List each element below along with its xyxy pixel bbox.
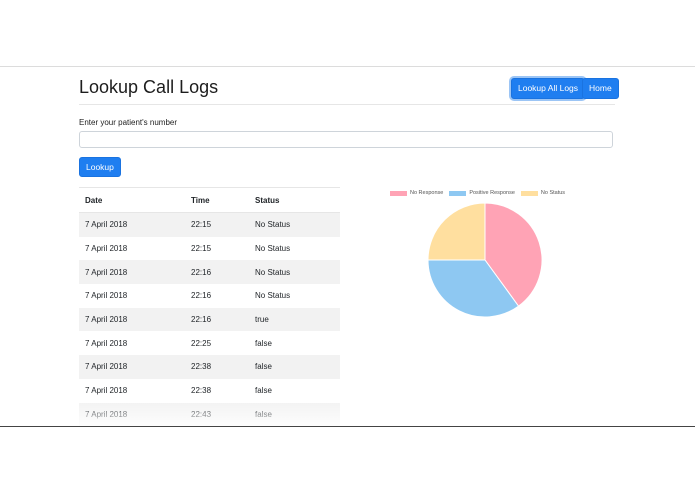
legend-label-no-response: No Response bbox=[410, 190, 444, 196]
legend-swatch-no-status bbox=[520, 190, 538, 196]
cell-date: 7 April 2018 bbox=[85, 267, 128, 277]
legend-swatch-positive-response bbox=[449, 190, 467, 196]
cell-time: 22:43 bbox=[191, 409, 212, 419]
legend-label-no-status: No Status bbox=[540, 190, 566, 196]
cell-status: false bbox=[255, 386, 272, 396]
title-divider bbox=[79, 104, 615, 105]
top-divider bbox=[0, 66, 695, 67]
status-pie-chart bbox=[427, 202, 543, 318]
cell-date: 7 April 2018 bbox=[85, 338, 128, 348]
cell-status: true bbox=[255, 315, 269, 325]
legend-item-no-response[interactable]: No Response bbox=[390, 190, 443, 196]
cell-date: 7 April 2018 bbox=[85, 291, 128, 301]
cell-date: 7 April 2018 bbox=[85, 386, 128, 396]
legend-swatch-no-response bbox=[390, 190, 407, 196]
table-header-row: Date Time Status bbox=[79, 187, 340, 213]
pie-slice-no-status[interactable] bbox=[427, 202, 486, 261]
cell-status: No Status bbox=[255, 220, 291, 230]
table-row: 7 April 2018 22:15 No Status bbox=[79, 236, 340, 261]
cell-status: No Status bbox=[255, 244, 291, 254]
cell-time: 22:16 bbox=[191, 291, 212, 301]
table-row: 7 April 2018 22:16 No Status bbox=[79, 260, 340, 285]
cell-time: 22:15 bbox=[191, 220, 212, 230]
table-row: 7 April 2018 22:43 false bbox=[79, 402, 340, 427]
legend-item-positive-response[interactable]: Positive Response bbox=[449, 190, 515, 196]
column-header-date: Date bbox=[79, 187, 185, 213]
page-title: Lookup Call Logs bbox=[79, 77, 219, 97]
chart-legend: No Response Positive Response No Status bbox=[390, 190, 565, 196]
lookup-all-logs-button[interactable]: Lookup All Logs bbox=[511, 78, 586, 99]
cell-date: 7 April 2018 bbox=[85, 220, 128, 230]
cell-status: No Status bbox=[255, 267, 291, 277]
column-header-time: Time bbox=[185, 187, 249, 213]
cell-time: 22:16 bbox=[191, 267, 212, 277]
cell-status: false bbox=[255, 338, 272, 348]
patient-number-label: Enter your patient's number bbox=[79, 118, 178, 127]
cell-time: 22:15 bbox=[191, 244, 212, 254]
table-row: 7 April 2018 22:38 false bbox=[79, 378, 340, 403]
cell-date: 7 April 2018 bbox=[85, 244, 128, 254]
cell-status: false bbox=[255, 362, 272, 372]
table-row: 7 April 2018 22:16 No Status bbox=[79, 284, 340, 308]
legend-label-positive-response: Positive Response bbox=[469, 190, 515, 196]
table-row: 7 April 2018 22:25 false bbox=[79, 331, 340, 356]
cell-status: No Status bbox=[255, 291, 291, 301]
lookup-button[interactable]: Lookup bbox=[79, 157, 121, 177]
table-row: 7 April 2018 22:16 true bbox=[79, 307, 340, 332]
cell-time: 22:25 bbox=[191, 338, 212, 348]
table-row: 7 April 2018 22:38 false bbox=[79, 355, 340, 379]
cell-time: 22:16 bbox=[191, 315, 212, 325]
cell-time: 22:38 bbox=[191, 386, 212, 396]
column-header-status: Status bbox=[249, 187, 340, 213]
legend-item-no-status[interactable]: No Status bbox=[520, 190, 566, 196]
bottom-divider bbox=[0, 426, 695, 427]
cell-date: 7 April 2018 bbox=[85, 409, 128, 419]
cell-time: 22:38 bbox=[191, 362, 212, 372]
patient-number-input[interactable] bbox=[79, 131, 613, 148]
cell-status: false bbox=[255, 409, 272, 419]
cell-date: 7 April 2018 bbox=[85, 362, 128, 372]
call-logs-table: Date Time Status 7 April 2018 22:15 No S… bbox=[79, 187, 340, 427]
table-row: 7 April 2018 22:15 No Status bbox=[79, 212, 340, 237]
cell-date: 7 April 2018 bbox=[85, 315, 128, 325]
home-button[interactable]: Home bbox=[582, 78, 619, 99]
